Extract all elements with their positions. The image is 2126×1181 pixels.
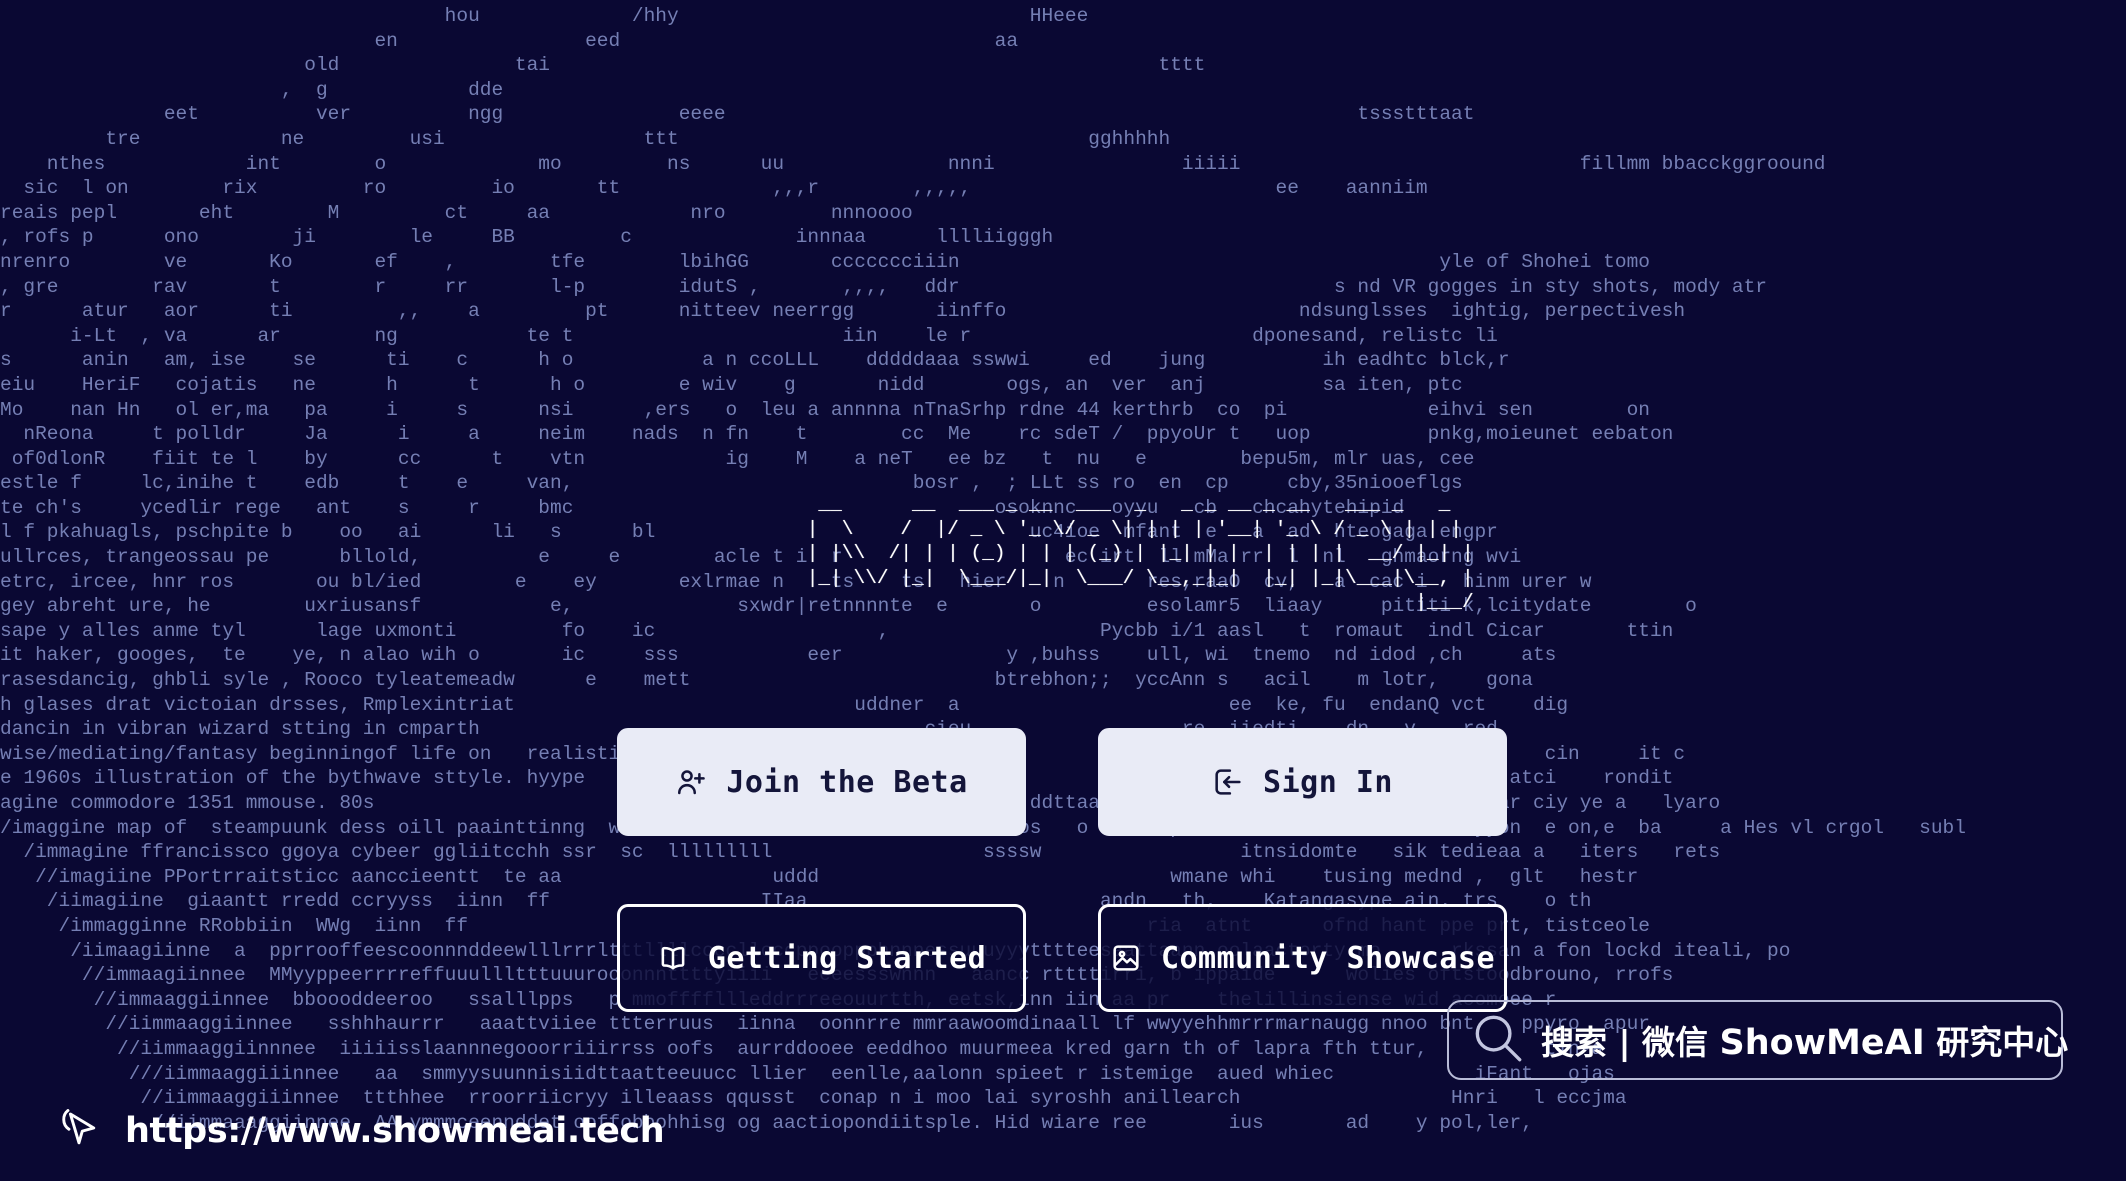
join-beta-button[interactable]: Join the Beta bbox=[617, 728, 1026, 836]
watermark-text: 搜索 | 微信 ShowMeAI 研究中心 bbox=[1541, 1016, 2068, 1064]
user-plus-icon bbox=[675, 766, 707, 798]
getting-started-label: Getting Started bbox=[707, 940, 987, 976]
sign-in-button[interactable]: Sign In bbox=[1098, 728, 1507, 836]
cursor-arrow-icon bbox=[55, 1103, 105, 1158]
watermark-prefix: 搜索 | 微信 bbox=[1541, 1023, 1720, 1062]
community-showcase-label: Community Showcase bbox=[1160, 940, 1496, 976]
watermark-suffix: 研究中心 bbox=[1924, 1023, 2069, 1062]
midjourney-ascii-logo: __ __ ___ _ __ ___ _ _ _ __ _ __ ___ _ _… bbox=[806, 493, 1474, 614]
join-beta-label: Join the Beta bbox=[726, 764, 968, 800]
sign-in-icon bbox=[1212, 766, 1244, 798]
search-watermark-box: 搜索 | 微信 ShowMeAI 研究中心 bbox=[1447, 1000, 2068, 1080]
book-icon bbox=[657, 942, 689, 974]
watermark-name: ShowMeAI bbox=[1719, 1023, 1925, 1063]
brand-url: https://www.showmeai.tech bbox=[125, 1110, 665, 1151]
search-magnifier-icon bbox=[1467, 1007, 1529, 1074]
image-icon bbox=[1110, 942, 1142, 974]
getting-started-button[interactable]: Getting Started bbox=[617, 904, 1026, 1012]
sign-in-label: Sign In bbox=[1263, 764, 1393, 800]
cta-button-group: Join the Beta Sign In Getting Started Co… bbox=[617, 728, 1523, 1012]
community-showcase-button[interactable]: Community Showcase bbox=[1098, 904, 1507, 1012]
brand-watermark: https://www.showmeai.tech bbox=[55, 1103, 665, 1158]
